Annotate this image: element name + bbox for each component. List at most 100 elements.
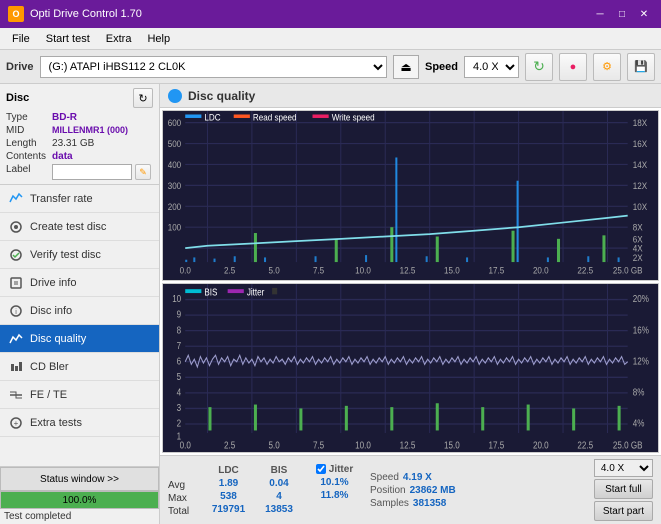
svg-text:200: 200 (168, 201, 182, 212)
samples-label: Samples (370, 498, 409, 509)
drive-info-icon (8, 275, 24, 291)
svg-text:5.0: 5.0 (269, 439, 280, 450)
sidebar-item-cd-bler[interactable]: CD Bler (0, 353, 159, 381)
fe-te-label: FE / TE (30, 389, 67, 401)
speed-select[interactable]: 4.0 X (464, 56, 519, 78)
mid-label: MID (6, 125, 46, 136)
label-field-row: ✎ (52, 164, 153, 180)
svg-text:400: 400 (168, 159, 182, 170)
menu-extra[interactable]: Extra (98, 31, 140, 47)
svg-text:4%: 4% (633, 417, 645, 428)
settings-button[interactable]: ⚙ (593, 53, 621, 81)
status-bar: Status window >> 100.0% Test completed (0, 466, 159, 524)
titlebar-controls[interactable]: ─ □ ✕ (591, 5, 653, 23)
samples-value: 381358 (413, 498, 446, 509)
chart2-container: 10 9 8 7 6 5 4 3 2 1 20% 16% 12% 8% 4% (162, 283, 659, 454)
start-part-button[interactable]: Start part (594, 501, 653, 521)
disc-refresh-button[interactable]: ↻ (133, 88, 153, 108)
eject-button[interactable]: ⏏ (393, 55, 419, 79)
svg-text:12%: 12% (633, 355, 649, 366)
close-button[interactable]: ✕ (635, 5, 653, 23)
verify-test-disc-icon (8, 247, 24, 263)
svg-text:+: + (14, 419, 19, 428)
max-jitter: 11.8% (321, 490, 349, 501)
drive-select[interactable]: (G:) ATAPI iHBS112 2 CL0K (40, 56, 387, 78)
refresh-button[interactable]: ↻ (525, 53, 553, 81)
svg-text:8%: 8% (633, 386, 645, 397)
avg-label: Avg (168, 480, 198, 491)
svg-text:7.5: 7.5 (313, 439, 324, 450)
maximize-button[interactable]: □ (613, 5, 631, 23)
content-header: Disc quality (160, 84, 661, 108)
stats-speed-dropdown[interactable]: 4.0 X (594, 459, 653, 477)
type-value: BD-R (52, 112, 153, 123)
svg-text:5.0: 5.0 (269, 265, 280, 276)
jitter-header: Jitter (329, 464, 353, 475)
sidebar-item-extra-tests[interactable]: + Extra tests (0, 409, 159, 437)
sidebar-item-drive-info[interactable]: Drive info (0, 269, 159, 297)
sidebar-item-transfer-rate[interactable]: Transfer rate (0, 185, 159, 213)
jitter-checkbox[interactable] (316, 464, 326, 474)
speed-stat-label: Speed (370, 472, 399, 483)
chart1-svg: 600 500 400 300 200 100 18X 16X 14X 12X … (163, 111, 658, 280)
cd-bler-label: CD Bler (30, 361, 69, 373)
svg-text:10X: 10X (633, 201, 648, 212)
svg-text:12.5: 12.5 (400, 439, 416, 450)
max-ldc: 538 (220, 491, 237, 502)
label-edit-button[interactable]: ✎ (135, 164, 151, 180)
svg-text:2.5: 2.5 (224, 439, 235, 450)
position-row: Position 23862 MB (370, 485, 470, 496)
total-label: Total (168, 506, 198, 517)
stats-jitter-col: Jitter 10.1% 11.8% (307, 464, 362, 517)
svg-text:17.5: 17.5 (489, 439, 505, 450)
menu-help[interactable]: Help (139, 31, 178, 47)
svg-text:2.5: 2.5 (224, 265, 235, 276)
create-test-disc-label: Create test disc (30, 221, 106, 233)
disc-quality-label: Disc quality (30, 333, 86, 345)
disc-icon-button[interactable]: ● (559, 53, 587, 81)
svg-text:500: 500 (168, 138, 182, 149)
length-value: 23.31 GB (52, 138, 153, 149)
length-label: Length (6, 138, 46, 149)
sidebar-item-verify-test-disc[interactable]: Verify test disc (0, 241, 159, 269)
progress-bar: 100.0% (0, 491, 159, 509)
menu-file[interactable]: File (4, 31, 38, 47)
content-title: Disc quality (188, 89, 255, 103)
drive-label: Drive (6, 61, 34, 73)
menu-start-test[interactable]: Start test (38, 31, 98, 47)
transfer-rate-icon (8, 191, 24, 207)
status-window-button[interactable]: Status window >> (0, 467, 159, 491)
bis-header: BIS (271, 465, 288, 476)
titlebar-left: O Opti Drive Control 1.70 (8, 6, 142, 22)
svg-text:BIS: BIS (204, 286, 217, 297)
verify-test-disc-label: Verify test disc (30, 249, 101, 261)
start-full-button[interactable]: Start full (594, 479, 653, 499)
svg-text:Read speed: Read speed (253, 112, 297, 123)
sidebar-item-fe-te[interactable]: FE / TE (0, 381, 159, 409)
sidebar-item-disc-info[interactable]: i Disc info (0, 297, 159, 325)
svg-text:18X: 18X (633, 118, 648, 129)
mid-value: MILLENMR1 (000) (52, 125, 153, 136)
titlebar: O Opti Drive Control 1.70 ─ □ ✕ (0, 0, 661, 28)
extra-tests-label: Extra tests (30, 417, 82, 429)
speed-label: Speed (425, 61, 458, 73)
save-button[interactable]: 💾 (627, 53, 655, 81)
contents-label: Contents (6, 151, 46, 162)
minimize-button[interactable]: ─ (591, 5, 609, 23)
samples-row: Samples 381358 (370, 498, 470, 509)
svg-text:7.5: 7.5 (313, 265, 324, 276)
sidebar-item-disc-quality[interactable]: Disc quality (0, 325, 159, 353)
label-input[interactable] (52, 164, 132, 180)
svg-text:5: 5 (177, 370, 181, 381)
transfer-rate-label: Transfer rate (30, 193, 93, 205)
status-text: Test completed (0, 509, 159, 524)
sidebar-item-create-test-disc[interactable]: Create test disc (0, 213, 159, 241)
progress-text: 100.0% (1, 492, 158, 510)
stats-bar: Avg Max Total LDC 1.89 538 719791 BIS 0.… (160, 455, 661, 524)
svg-text:9: 9 (177, 308, 181, 319)
svg-text:3: 3 (177, 402, 181, 413)
svg-text:16X: 16X (633, 138, 648, 149)
avg-ldc: 1.89 (219, 478, 238, 489)
main-content: Disc quality (160, 84, 661, 524)
disc-panel: Disc ↻ Type BD-R MID MILLENMR1 (000) Len… (0, 84, 159, 185)
